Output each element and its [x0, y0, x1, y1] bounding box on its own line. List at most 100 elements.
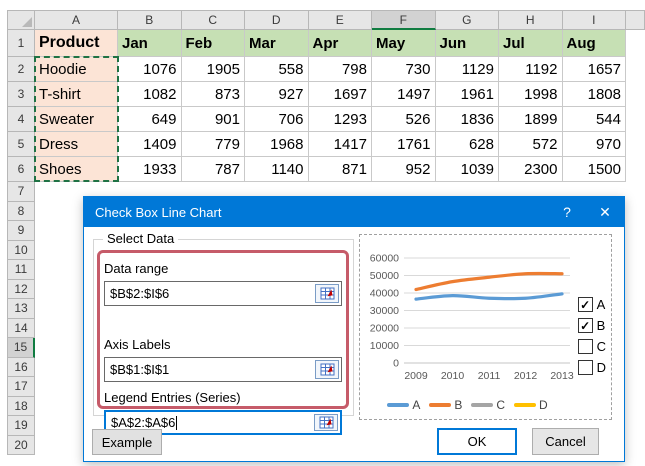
cell-product-header[interactable]: Product	[35, 30, 118, 57]
column-header-C[interactable]: C	[181, 10, 245, 30]
row-header-3[interactable]: 3	[7, 82, 35, 107]
cell-hoodie[interactable]: Hoodie	[35, 57, 118, 82]
cancel-button[interactable]: Cancel	[532, 428, 599, 455]
cell-value[interactable]: 1192	[499, 57, 563, 82]
dialog-titlebar[interactable]: Check Box Line Chart ? ✕	[84, 197, 624, 227]
cell-value[interactable]: 1657	[562, 57, 626, 82]
row-header-16[interactable]: 16	[7, 357, 35, 377]
cell-value[interactable]: 1039	[435, 157, 499, 182]
cell-value[interactable]: 1140	[245, 157, 309, 182]
column-header-H[interactable]: H	[499, 10, 563, 30]
row-header-9[interactable]: 9	[7, 221, 35, 241]
column-header-I[interactable]: I	[562, 10, 626, 30]
column-header-B[interactable]: B	[118, 10, 182, 30]
cell-month-Apr[interactable]: Apr	[308, 30, 372, 57]
cell-value[interactable]: 1293	[308, 107, 372, 132]
cell-month-Jun[interactable]: Jun	[435, 30, 499, 57]
cell-month-Aug[interactable]: Aug	[562, 30, 626, 57]
row-header-13[interactable]: 13	[7, 299, 35, 319]
axis-labels-input[interactable]: $B$1:$I$1	[104, 357, 342, 382]
cell-value[interactable]: 1933	[118, 157, 182, 182]
cell-value[interactable]: 1808	[562, 82, 626, 107]
cell-value[interactable]: 952	[372, 157, 436, 182]
cell-value[interactable]: 572	[499, 132, 563, 157]
cell-value[interactable]: 873	[181, 82, 245, 107]
cell-value[interactable]: 1968	[245, 132, 309, 157]
cell-value[interactable]: 779	[181, 132, 245, 157]
cell-value[interactable]: 1076	[118, 57, 182, 82]
cell-value[interactable]: 1409	[118, 132, 182, 157]
cell-dress[interactable]: Dress	[35, 132, 118, 157]
cell-month-Mar[interactable]: Mar	[245, 30, 309, 57]
cell-value[interactable]: 1417	[308, 132, 372, 157]
cell-value[interactable]: 706	[245, 107, 309, 132]
cell-t-shirt[interactable]: T-shirt	[35, 82, 118, 107]
row-header-15[interactable]: 15	[7, 338, 35, 358]
cell-month-Feb[interactable]: Feb	[181, 30, 245, 57]
cell-value[interactable]: 558	[245, 57, 309, 82]
cell-sweater[interactable]: Sweater	[35, 107, 118, 132]
cell-value[interactable]: 526	[372, 107, 436, 132]
row-header-5[interactable]: 5	[7, 132, 35, 157]
example-button[interactable]: Example	[92, 429, 162, 455]
row-header-18[interactable]: 18	[7, 396, 35, 416]
cell-value[interactable]: 798	[308, 57, 372, 82]
cell-value[interactable]: 1761	[372, 132, 436, 157]
checkbox-B[interactable]: ✓	[577, 318, 593, 333]
cell-value[interactable]: 970	[562, 132, 626, 157]
column-header-F[interactable]: F	[372, 10, 436, 30]
row-header-19[interactable]: 19	[7, 416, 35, 436]
cell-value[interactable]: 1836	[435, 107, 499, 132]
cell-value[interactable]: 901	[181, 107, 245, 132]
cell-value[interactable]: 1697	[308, 82, 372, 107]
cell-value[interactable]: 1961	[435, 82, 499, 107]
help-button[interactable]: ?	[548, 197, 586, 227]
cell-value[interactable]: 1500	[562, 157, 626, 182]
range-picker-button[interactable]	[314, 414, 338, 431]
row-header-17[interactable]: 17	[7, 377, 35, 397]
ok-button[interactable]: OK	[437, 428, 517, 455]
cell-value[interactable]: 1082	[118, 82, 182, 107]
cell-value[interactable]: 730	[372, 57, 436, 82]
row-header-8[interactable]: 8	[7, 201, 35, 221]
cell-value[interactable]: 1998	[499, 82, 563, 107]
row-header-2[interactable]: 2	[7, 57, 35, 82]
cell-value[interactable]: 1497	[372, 82, 436, 107]
cell-value[interactable]: 927	[245, 82, 309, 107]
column-header-partial[interactable]	[626, 10, 645, 30]
column-header-A[interactable]: A	[35, 10, 118, 30]
row-header-1[interactable]: 1	[7, 30, 35, 57]
close-button[interactable]: ✕	[586, 197, 624, 227]
row-header-11[interactable]: 11	[7, 260, 35, 280]
cell-value[interactable]: 1905	[181, 57, 245, 82]
row-header-12[interactable]: 12	[7, 279, 35, 299]
cell-month-Jul[interactable]: Jul	[499, 30, 563, 57]
column-header-D[interactable]: D	[245, 10, 309, 30]
select-all-corner[interactable]	[7, 10, 35, 30]
cell-value[interactable]: 871	[308, 157, 372, 182]
range-picker-button[interactable]	[315, 360, 339, 379]
row-header-14[interactable]: 14	[7, 318, 35, 338]
checkbox-D[interactable]	[577, 360, 593, 375]
row-header-7[interactable]: 7	[7, 182, 35, 202]
cell-value[interactable]: 787	[181, 157, 245, 182]
cell-value[interactable]: 649	[118, 107, 182, 132]
cell-value[interactable]: 544	[562, 107, 626, 132]
cell-value[interactable]: 1899	[499, 107, 563, 132]
cell-month-May[interactable]: May	[372, 30, 436, 57]
cell-month-Jan[interactable]: Jan	[118, 30, 182, 57]
row-header-20[interactable]: 20	[7, 435, 35, 455]
cell-value[interactable]: 628	[435, 132, 499, 157]
column-header-G[interactable]: G	[435, 10, 499, 30]
data-range-input[interactable]: $B$2:$I$6	[104, 281, 342, 306]
cell-shoes[interactable]: Shoes	[35, 157, 118, 182]
range-picker-button[interactable]	[315, 284, 339, 303]
checkbox-C[interactable]	[577, 339, 593, 354]
checkbox-A[interactable]: ✓	[577, 297, 593, 312]
row-header-6[interactable]: 6	[7, 157, 35, 182]
column-header-E[interactable]: E	[308, 10, 372, 30]
cell-value[interactable]: 1129	[435, 57, 499, 82]
row-header-10[interactable]: 10	[7, 240, 35, 260]
row-header-4[interactable]: 4	[7, 107, 35, 132]
cell-value[interactable]: 2300	[499, 157, 563, 182]
